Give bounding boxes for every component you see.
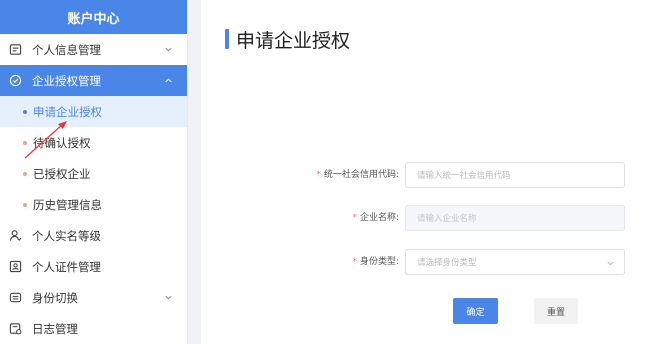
company-name-placeholder: 请输入企业名称 <box>417 214 477 224</box>
identity-type-placeholder: 请选择身份类型 <box>417 258 477 268</box>
form-row-company-name: * 企业名称: 请输入企业名称 <box>201 205 650 231</box>
form-row-identity-type: * 身份类型: 请选择身份类型 <box>201 249 650 275</box>
reset-button[interactable]: 重置 <box>534 298 578 324</box>
sidebar-item-label: 个人实名等级 <box>32 228 101 243</box>
confirm-button[interactable]: 确定 <box>453 298 498 324</box>
sidebar-subitem-label: 待确认授权 <box>33 135 91 150</box>
card-icon <box>8 43 22 57</box>
switch-icon <box>8 291 22 305</box>
required-mark: * <box>352 213 357 223</box>
sidebar-item-label: 个人证件管理 <box>32 259 101 274</box>
company-name-input[interactable]: 请输入企业名称 <box>405 205 625 231</box>
company-name-label: * 企业名称: <box>352 205 399 231</box>
sidebar-item-id-docs[interactable]: 个人证件管理 <box>0 251 187 282</box>
sidebar-item-logs[interactable]: 日志管理 <box>0 313 187 344</box>
sidebar-item-realname-level[interactable]: 个人实名等级 <box>0 220 187 251</box>
page-title: 申请企业授权 <box>225 27 351 52</box>
page-title-text: 申请企业授权 <box>236 29 351 52</box>
sidebar-subitem-authorized[interactable]: 已授权企业 <box>0 158 187 189</box>
identity-type-select[interactable]: 请选择身份类型 <box>405 249 625 275</box>
sidebar-subitem-label: 历史管理信息 <box>33 197 102 212</box>
required-mark: * <box>352 257 357 267</box>
credit-code-input[interactable]: 请输入统一社会信用代码 <box>405 162 625 188</box>
id-card-icon <box>8 260 22 274</box>
shield-check-icon <box>8 74 22 88</box>
credit-code-label: * 统一社会信用代码: <box>316 162 399 188</box>
sidebar-item-label: 企业授权管理 <box>32 73 101 88</box>
title-accent-bar <box>225 29 229 49</box>
sidebar-subitem-apply-auth[interactable]: 申请企业授权 <box>0 96 187 127</box>
sidebar-title: 账户中心 <box>0 0 187 34</box>
form-row-credit-code: * 统一社会信用代码: 请输入统一社会信用代码 <box>201 162 650 188</box>
bullet-dot <box>23 172 27 176</box>
sidebar-item-label: 个人信息管理 <box>32 42 101 57</box>
sidebar-subitem-label: 已授权企业 <box>33 166 91 181</box>
sidebar-subitem-label: 申请企业授权 <box>33 104 102 119</box>
chevron-down-icon <box>165 295 172 300</box>
sidebar-item-label: 身份切换 <box>32 290 78 305</box>
bullet-dot <box>23 110 27 114</box>
sidebar-subitem-history[interactable]: 历史管理信息 <box>0 189 187 220</box>
sidebar-item-switch-identity[interactable]: 身份切换 <box>0 282 187 313</box>
bullet-dot <box>23 141 27 145</box>
credit-code-placeholder: 请输入统一社会信用代码 <box>417 171 511 181</box>
identity-type-label: * 身份类型: <box>352 249 399 275</box>
log-icon <box>8 322 22 336</box>
required-mark: * <box>316 170 321 180</box>
user-icon <box>8 229 22 243</box>
sidebar-item-enterprise-auth[interactable]: 企业授权管理 <box>0 65 187 96</box>
sidebar-subitem-pending-auth[interactable]: 待确认授权 <box>0 127 187 158</box>
chevron-up-icon <box>165 78 172 83</box>
bullet-dot <box>23 203 27 207</box>
identity-type-label-text: 身份类型: <box>359 257 399 267</box>
chevron-down-icon <box>165 47 172 52</box>
company-name-label-text: 企业名称: <box>359 213 399 223</box>
sidebar-item-personal-info[interactable]: 个人信息管理 <box>0 34 187 65</box>
app: 账户中心 个人信息管理 企业授权管理 申请企业授权 待确认授权 已授权企业 历史… <box>0 0 650 344</box>
credit-code-label-text: 统一社会信用代码: <box>323 170 399 180</box>
main-panel: 申请企业授权 * 统一社会信用代码: 请输入统一社会信用代码 * 企业名称: 请输入… <box>201 0 650 344</box>
sidebar-item-label: 日志管理 <box>32 321 78 336</box>
chevron-down-icon <box>607 261 614 266</box>
sidebar: 账户中心 个人信息管理 企业授权管理 申请企业授权 待确认授权 已授权企业 历史… <box>0 0 188 344</box>
